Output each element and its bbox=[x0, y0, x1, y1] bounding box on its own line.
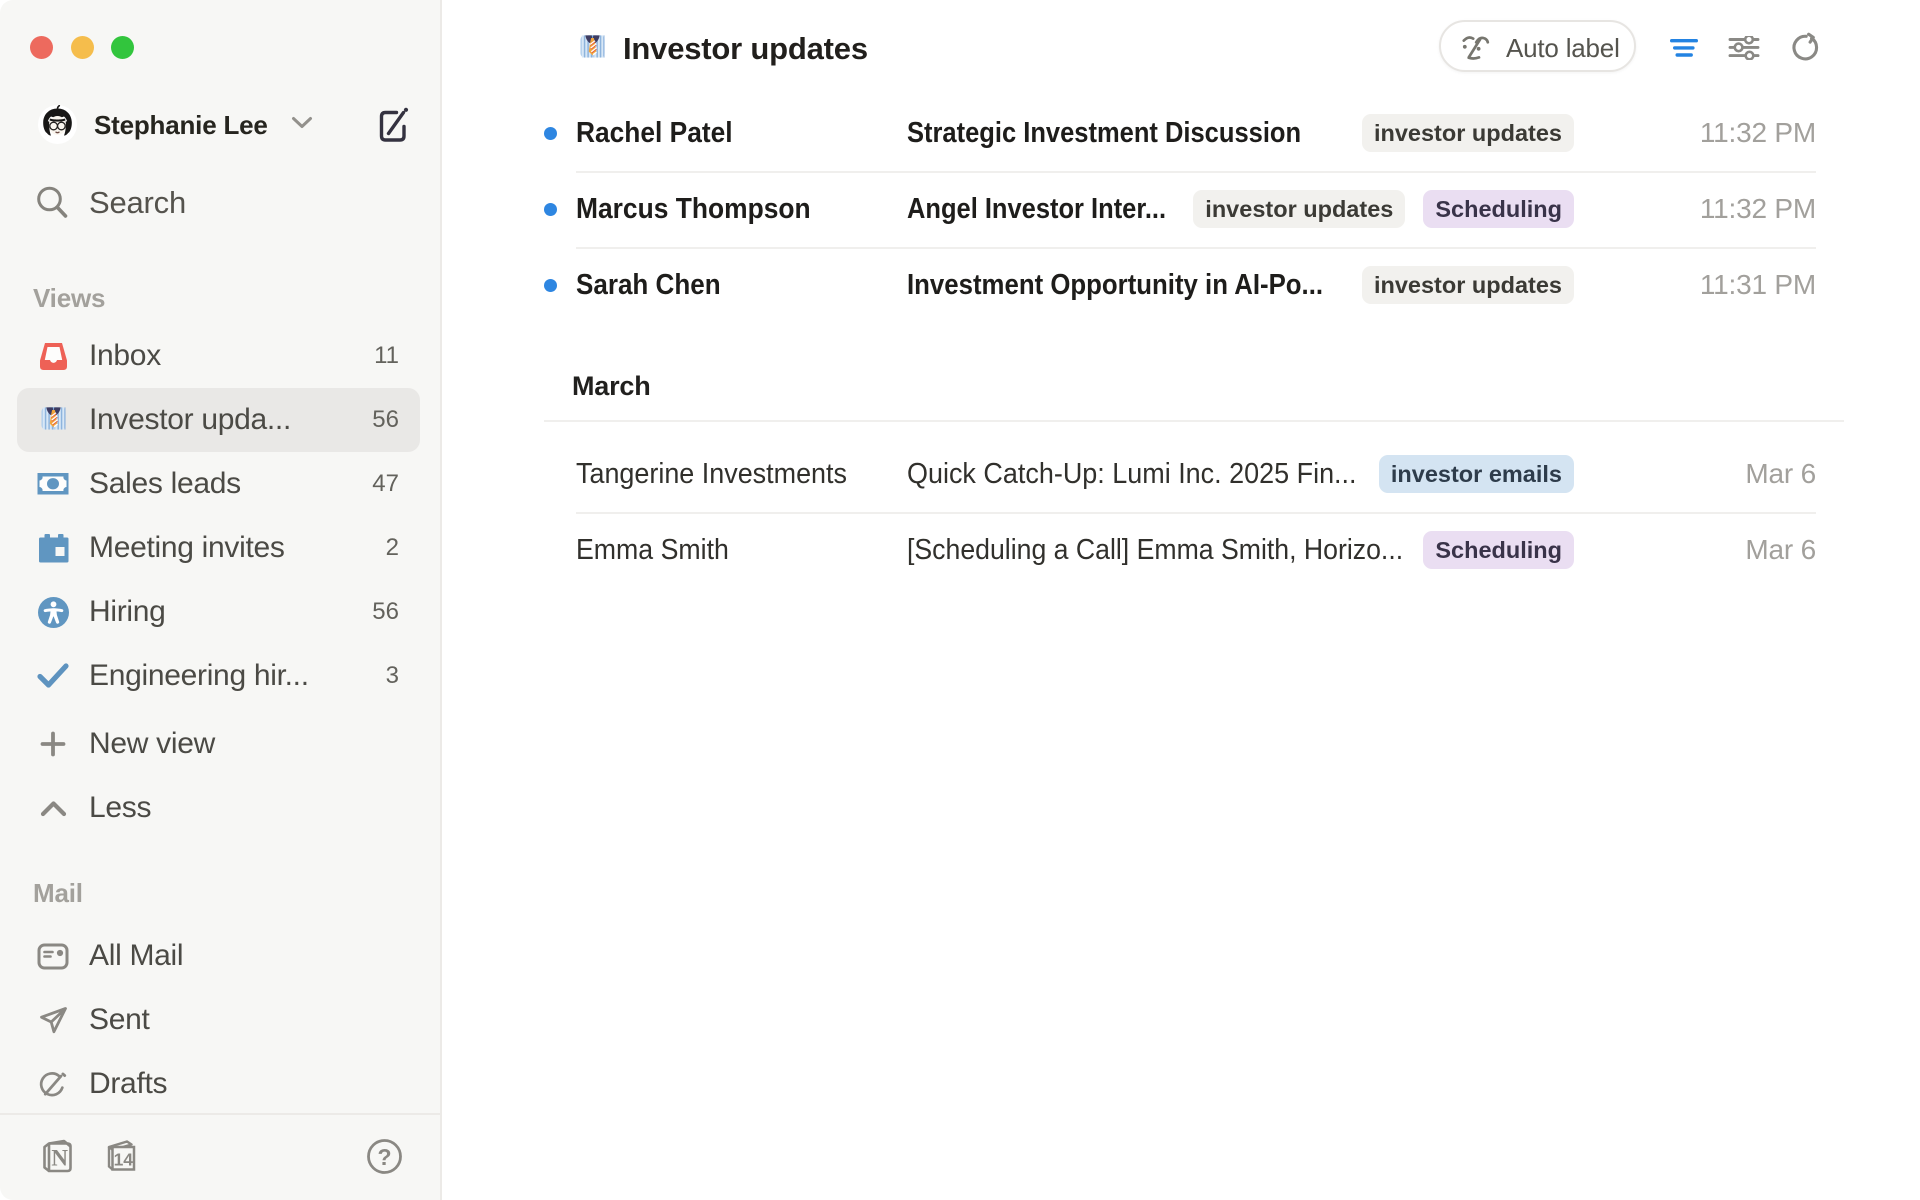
svg-text:14: 14 bbox=[114, 1150, 134, 1170]
svg-text:N: N bbox=[51, 1146, 68, 1171]
svg-text:?: ? bbox=[377, 1144, 391, 1170]
